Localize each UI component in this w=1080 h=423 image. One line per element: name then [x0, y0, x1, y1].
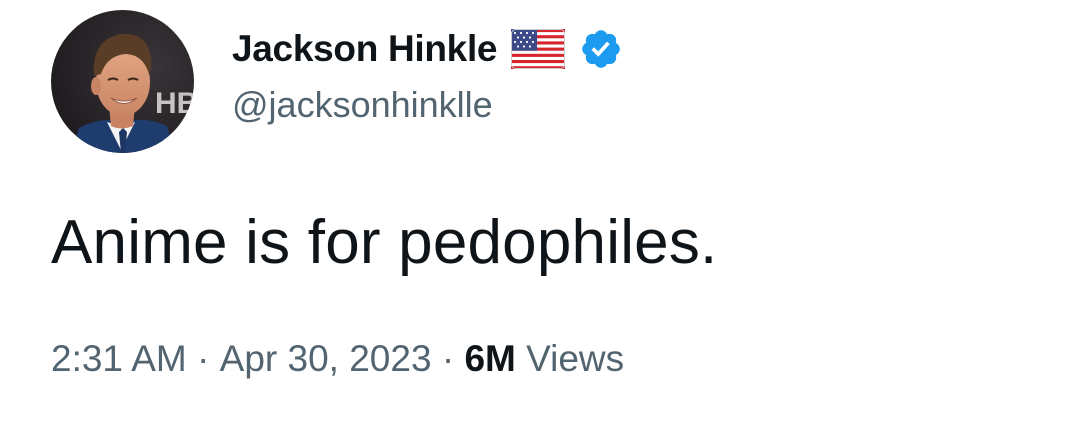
author-display-name[interactable]: Jackson Hinkle: [232, 28, 498, 70]
meta-separator: ·: [186, 338, 220, 379]
us-flag-icon: [511, 29, 566, 69]
tweet-time[interactable]: 2:31 AM: [51, 338, 187, 380]
author-avatar[interactable]: HB: [51, 10, 194, 153]
tweet-text: Anime is for pedophiles.: [51, 208, 718, 277]
meta-separator: ·: [431, 338, 465, 379]
views-count[interactable]: 6M: [464, 338, 515, 380]
views-label[interactable]: Views: [516, 338, 624, 380]
verified-badge-icon[interactable]: [579, 27, 623, 71]
tweet-date[interactable]: Apr 30, 2023: [220, 338, 432, 380]
author-handle[interactable]: @jacksonhinklle: [232, 84, 493, 126]
tweet-meta: 2:31 AM · Apr 30, 2023 · 6M Views: [51, 338, 624, 380]
author-name-row: Jackson Hinkle: [232, 24, 623, 74]
avatar-backdrop-text: HB: [155, 87, 194, 120]
tweet-card: HB Jackson Hinkle @jacksonhinklle Anime …: [0, 0, 1080, 423]
avatar-photo-icon: HB: [51, 10, 194, 153]
